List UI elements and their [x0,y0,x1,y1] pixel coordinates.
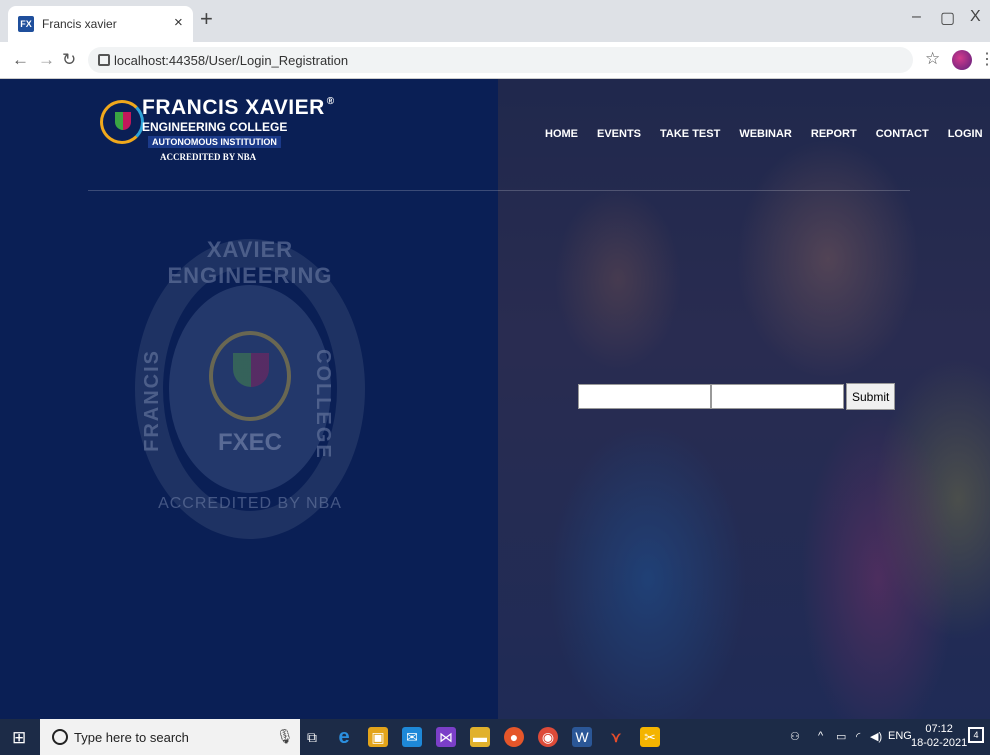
visual-studio-icon[interactable]: ⋈ [436,727,456,747]
seal-center-text: FXEC [217,429,282,456]
clock-date: 18-02-2021 [911,737,968,749]
submit-button[interactable]: Submit [846,383,896,410]
seal-top-text: XAVIER ENGINEERING [167,237,333,288]
more-menu-icon[interactable]: ⋮ [979,49,990,69]
nav-events[interactable]: EVENTS [597,128,641,140]
minimize-button[interactable]: – [912,8,921,26]
bookmark-star-icon[interactable]: ☆ [925,49,940,69]
nav-login[interactable]: LOGIN [948,128,983,140]
profile-avatar[interactable] [952,50,972,70]
volume-icon[interactable]: ◀) [870,730,882,743]
store-icon[interactable]: ▣ [368,727,388,747]
logo-subtitle: ENGINEERING COLLEGE [142,120,288,134]
college-seal-watermark: XAVIER ENGINEERING FRANCIS COLLEGE FXEC … [135,237,365,539]
logo-emblem-icon [100,100,144,144]
show-hidden-icons[interactable]: ^ [818,730,823,742]
college-logo[interactable]: FRANCIS XAVIER ® ENGINEERING COLLEGE AUTO… [100,96,334,168]
restore-button[interactable]: ▢ [940,8,955,28]
tab-title: Francis xavier [42,17,117,31]
favicon-icon: FX [18,16,34,32]
url-field[interactable]: localhost:44358/User/Login_Registration [88,47,913,73]
people-icon[interactable]: ⚇ [790,730,800,743]
main-nav: HOME EVENTS TAKE TEST WEBINAR REPORT CON… [545,128,990,140]
microphone-icon[interactable]: 🎙 [276,728,294,745]
nav-contact[interactable]: CONTACT [876,128,929,140]
nav-webinar[interactable]: WEBINAR [739,128,792,140]
chrome-icon[interactable]: ◉ [538,727,558,747]
taskbar-clock[interactable]: 07:12 18-02-2021 [911,722,967,750]
tab-close-icon[interactable]: × [174,14,183,31]
forward-arrow-icon[interactable]: → [38,50,55,70]
username-field[interactable] [578,384,711,409]
browser-tab-bar: FX Francis xavier × + – ▢ X [0,0,990,42]
browser-tab[interactable]: FX Francis xavier × [8,6,193,42]
seal-emblem-icon [209,331,291,421]
back-arrow-icon[interactable]: ← [12,50,29,70]
nav-take-test[interactable]: TAKE TEST [660,128,720,140]
logo-title: FRANCIS XAVIER ® [142,96,335,119]
task-view-icon[interactable]: ⧉ [302,727,322,747]
windows-start-icon[interactable]: ⊞ [12,728,26,748]
language-indicator[interactable]: ENG [888,730,912,742]
cortana-circle-icon [52,729,68,745]
wifi-icon[interactable]: ◜ [856,730,860,743]
header-divider [88,190,910,191]
nav-report[interactable]: REPORT [811,128,857,140]
page-content: FRANCIS XAVIER ® ENGINEERING COLLEGE AUTO… [0,79,990,719]
seal-bottom-text: ACCREDITED BY NBA [158,495,342,512]
windows-taskbar: ⊞ Type here to search 🎙 ⧉ e ▣ ✉ ⋈ ▬ ● ◉ … [0,719,990,755]
address-bar-row: ← → ↻ localhost:44358/User/Login_Registr… [0,42,990,79]
logo-autonomous: AUTONOMOUS INSTITUTION [148,136,281,148]
edge-icon[interactable]: e [334,727,354,747]
lock-icon [98,54,110,66]
logo-accredited: ACCREDITED BY NBA [160,152,257,162]
close-window-button[interactable]: X [970,8,981,26]
search-placeholder: Type here to search [74,730,189,745]
login-form: Submit [578,383,896,410]
clock-time: 07:12 [925,723,953,735]
taskbar-search-box[interactable]: Type here to search 🎙 [40,719,300,755]
password-field[interactable] [711,384,844,409]
battery-icon[interactable]: ▭ [836,730,846,743]
url-text: localhost:44358/User/Login_Registration [114,53,349,68]
firefox-icon[interactable]: ● [504,727,524,747]
snip-tool-icon[interactable]: ✂ [640,727,660,747]
notification-center-icon[interactable]: 4 [968,727,984,743]
mail-icon[interactable]: ✉ [402,727,422,747]
app-red-icon[interactable]: ⋎ [606,727,626,747]
file-explorer-icon[interactable]: ▬ [470,727,490,747]
word-icon[interactable]: W [572,727,592,747]
reload-icon[interactable]: ↻ [62,50,76,70]
new-tab-button[interactable]: + [200,8,213,30]
nav-home[interactable]: HOME [545,128,578,140]
